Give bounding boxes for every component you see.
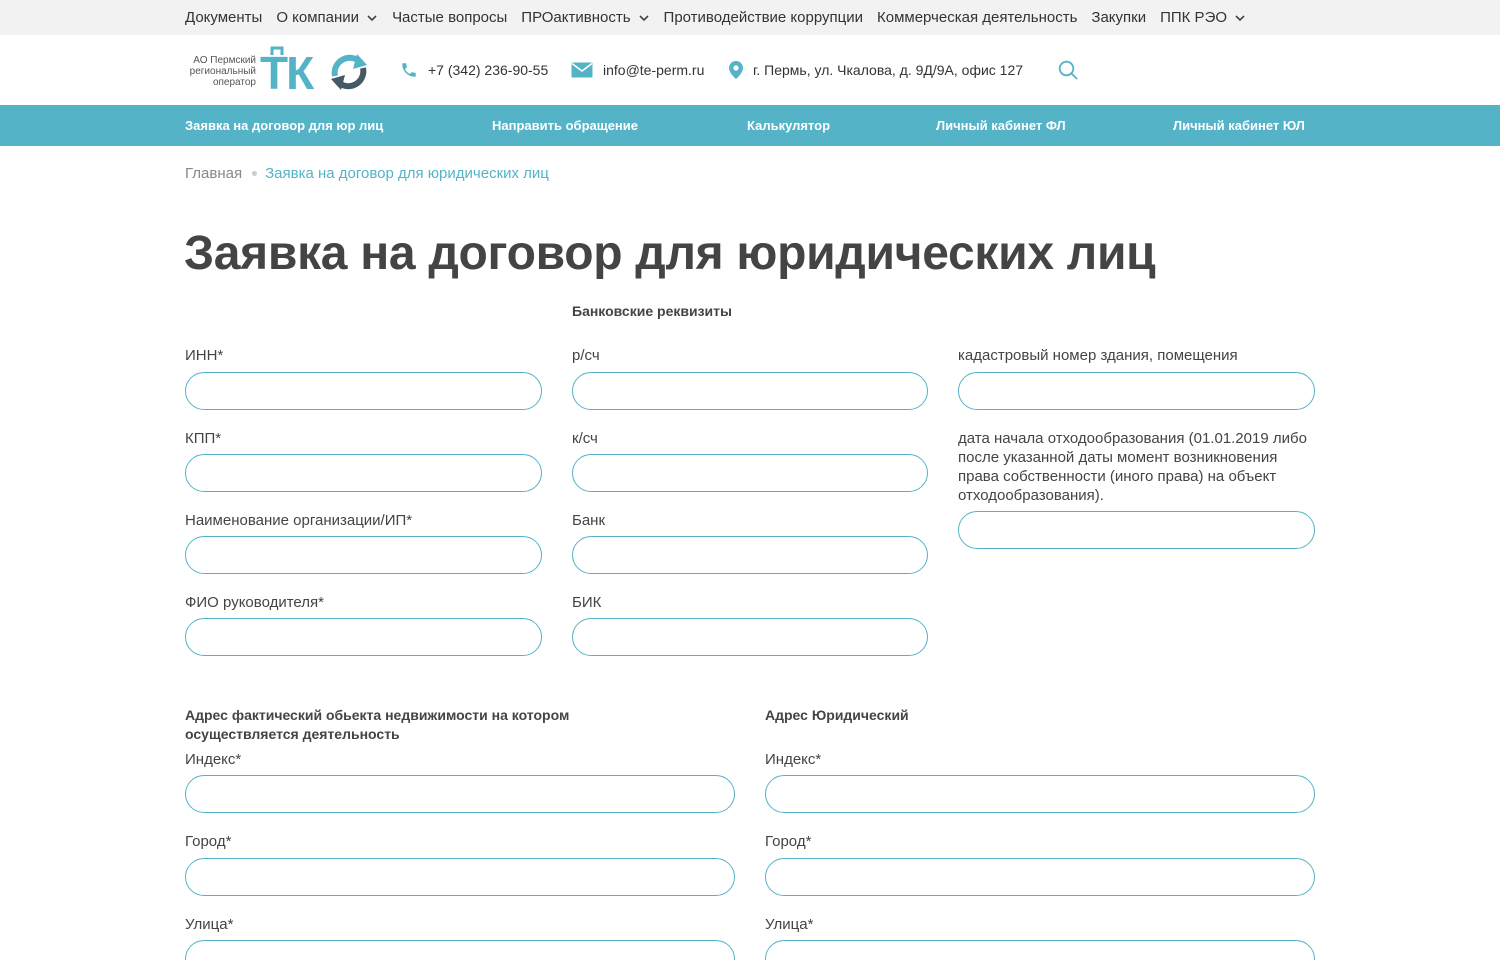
waste-start-date-input[interactable] (958, 511, 1315, 549)
director-name-input[interactable] (185, 618, 542, 656)
site-header: АО Пермский региональный оператор ТК +7 … (0, 35, 1500, 105)
search-icon[interactable] (1058, 60, 1078, 80)
topnav-item-anticorruption[interactable]: Противодействие коррупции (664, 9, 863, 26)
actual-index-label: Индекс* (185, 751, 242, 768)
actual-city-label: Город* (185, 833, 232, 850)
chevron-down-icon (367, 14, 377, 21)
mainnav-personal-account-legal[interactable]: Личный кабинет ЮЛ (1173, 105, 1305, 146)
director-name-label: ФИО руководителя* (185, 594, 324, 611)
chevron-down-icon (638, 14, 649, 21)
settlement-account-input[interactable] (572, 372, 928, 410)
breadcrumb: Главная Заявка на договор для юридически… (185, 165, 549, 182)
kpp-label: КПП* (185, 430, 222, 447)
org-name-input[interactable] (185, 536, 542, 574)
envelope-icon (571, 62, 593, 78)
header-email[interactable]: info@te-perm.ru (571, 35, 704, 105)
topnav-item-documents[interactable]: Документы (185, 9, 262, 26)
correspondent-account-input[interactable] (572, 454, 928, 492)
svg-text:ТК: ТК (260, 47, 315, 97)
bik-label: БИК (572, 594, 602, 611)
correspondent-account-label: к/сч (572, 430, 598, 447)
actual-street-input[interactable] (185, 940, 735, 960)
page-title: Заявка на договор для юридических лиц (184, 227, 1156, 280)
topnav-item-about[interactable]: О компании (276, 9, 378, 26)
legal-street-input[interactable] (765, 940, 1315, 960)
phone-icon (402, 63, 416, 77)
logo-text: АО Пермский региональный оператор (189, 54, 256, 88)
actual-index-input[interactable] (185, 775, 735, 813)
inn-input[interactable] (185, 372, 542, 410)
breadcrumb-separator (252, 171, 258, 176)
cadastral-number-input[interactable] (958, 372, 1315, 410)
kpp-input[interactable] (185, 454, 542, 492)
mainnav-calculator[interactable]: Калькулятор (747, 105, 830, 146)
topnav-item-proactivity[interactable]: ПРОактивность (521, 9, 649, 26)
org-name-label: Наименование организации/ИП* (185, 512, 413, 529)
mainnav-personal-account-individual[interactable]: Личный кабинет ФЛ (936, 105, 1066, 146)
actual-street-label: Улица* (185, 916, 234, 933)
settlement-account-label: р/сч (572, 347, 600, 364)
topnav-item-ppk-reo[interactable]: ППК РЭО (1160, 9, 1246, 26)
mainnav-contract-request[interactable]: Заявка на договор для юр лиц (185, 105, 383, 146)
legal-index-label: Индекс* (765, 751, 822, 768)
header-phone[interactable]: +7 (342) 236-90-55 (400, 35, 548, 105)
top-navigation: Документы О компании Частые вопросы ПРОа… (0, 0, 1500, 35)
site-logo[interactable]: АО Пермский региональный оператор ТК (184, 45, 372, 97)
legal-index-input[interactable] (765, 775, 1315, 813)
legal-street-label: Улица* (765, 916, 814, 933)
topnav-item-purchases[interactable]: Закупки (1091, 9, 1146, 26)
legal-address-heading: Адрес Юридический (765, 707, 909, 723)
waste-start-date-label: дата начала отходообразования (01.01.201… (958, 430, 1307, 504)
bank-label: Банк (572, 512, 606, 529)
map-pin-icon (729, 61, 743, 79)
topnav-item-commercial[interactable]: Коммерческая деятельность (877, 9, 1077, 26)
legal-city-label: Город* (765, 833, 812, 850)
main-navigation: Заявка на договор для юр лиц Направить о… (0, 105, 1500, 146)
bik-input[interactable] (572, 618, 928, 656)
actual-address-heading: Адрес фактический обьекта недвижимости н… (185, 707, 570, 742)
header-address: г. Пермь, ул. Чкалова, д. 9Д/9А, офис 12… (729, 35, 1023, 105)
inn-label: ИНН* (185, 347, 224, 364)
actual-city-input[interactable] (185, 858, 735, 896)
bank-details-heading: Банковские реквизиты (572, 303, 732, 319)
chevron-down-icon (1235, 14, 1245, 21)
legal-city-input[interactable] (765, 858, 1315, 896)
mainnav-send-appeal[interactable]: Направить обращение (492, 105, 638, 146)
breadcrumb-current: Заявка на договор для юридических лиц (265, 165, 549, 182)
breadcrumb-home[interactable]: Главная (185, 165, 242, 182)
bank-input[interactable] (572, 536, 928, 574)
cadastral-number-label: кадастровый номер здания, помещения (958, 347, 1238, 364)
topnav-item-faq[interactable]: Частые вопросы (392, 9, 507, 26)
logo-mark-icon: ТК (260, 46, 367, 97)
